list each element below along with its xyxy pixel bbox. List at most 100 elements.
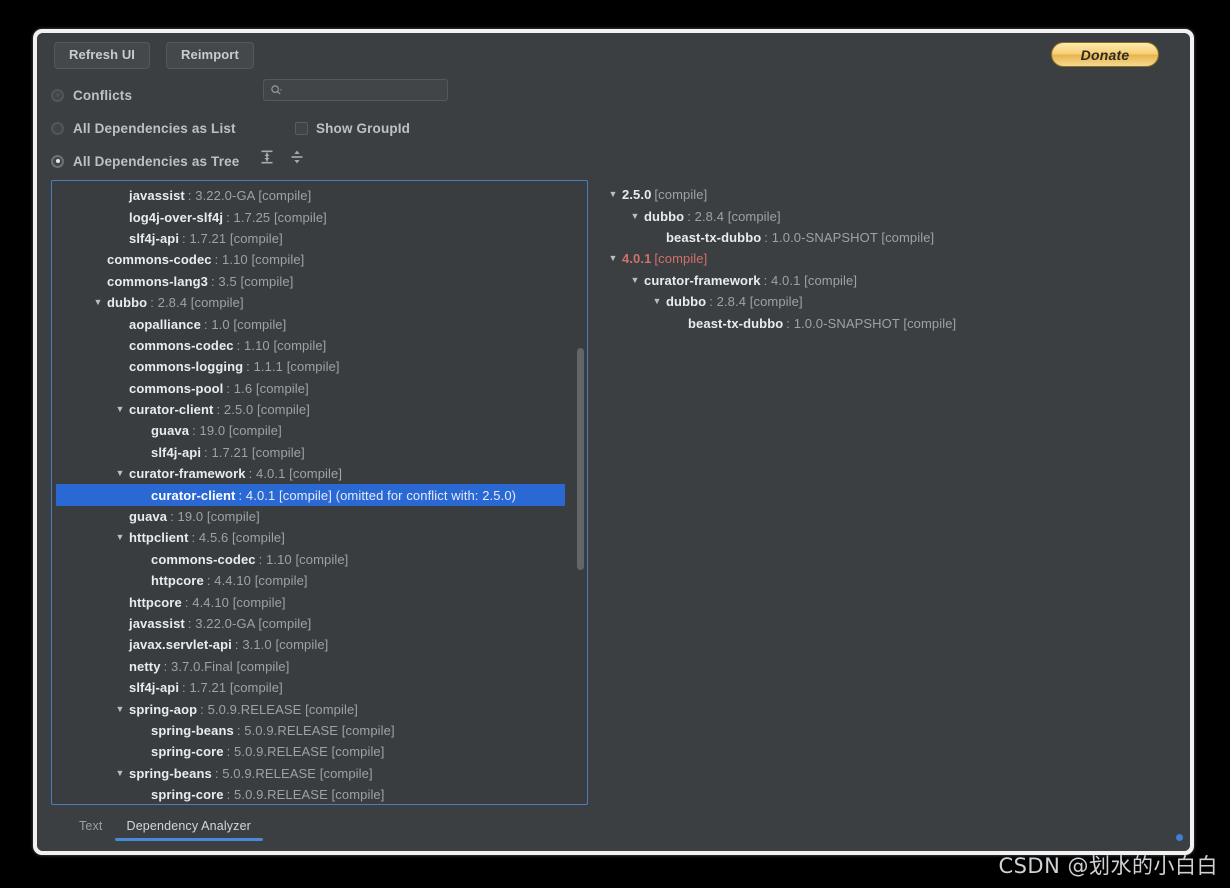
panel-divider[interactable] [588,180,595,805]
tree-node[interactable]: ▼netty: 3.7.0.Final [compile] [56,656,587,677]
tree-node[interactable]: ▼beast-tx-dubbo: 1.0.0-SNAPSHOT [compile… [599,312,1176,333]
tree-node[interactable]: ▼aopalliance: 1.0 [compile] [56,313,587,334]
dependency-tree-panel[interactable]: ▼javassist: 3.22.0-GA [compile]▼log4j-ov… [51,180,588,805]
refresh-ui-button[interactable]: Refresh UI [54,42,151,69]
tree-node[interactable]: ▼commons-pool: 1.6 [compile] [56,378,587,399]
tree-node[interactable]: ▼beast-tx-dubbo: 1.0.0-SNAPSHOT [compile… [599,227,1176,248]
artifact-name: slf4j-api [129,230,180,246]
tree-indent-spacer: ▼ [134,491,150,500]
vertical-scrollbar[interactable] [577,348,584,570]
tree-node[interactable]: ▼ curator-framework: 4.0.1 [compile] [599,270,1176,291]
tree-node[interactable]: ▼log4j-over-slf4j: 1.7.25 [compile] [56,206,587,227]
artifact-version-scope: : 2.5.0 [compile] [216,402,310,418]
tree-node[interactable]: ▼ dubbo: 2.8.4 [compile] [56,292,587,313]
expand-triangle-icon[interactable]: ▼ [112,768,128,778]
conflict-detail-panel[interactable]: ▼2.5.0[compile]▼dubbo: 2.8.4 [compile]▼b… [595,180,1176,805]
search-input[interactable] [286,83,436,97]
tree-indent-spacer: ▼ [112,362,128,371]
checkbox-label-show-groupid: Show GroupId [316,120,411,136]
window-frame: Refresh UI Reimport Donate Conflicts All… [33,29,1194,855]
tree-node[interactable]: ▼commons-logging: 1.1.1 [compile] [56,356,587,377]
tree-node[interactable]: ▼ 2.5.0 [compile] [599,184,1176,205]
artifact-name: httpcore [129,594,182,610]
tree-node[interactable]: ▼guava: 19.0 [compile] [56,506,587,527]
tree-node[interactable]: ▼javassist: 3.22.0-GA [compile] [56,613,587,634]
reimport-button[interactable]: Reimport [166,42,254,69]
expand-triangle-icon[interactable]: ▼ [627,275,643,285]
artifact-name: commons-logging [129,359,244,375]
tree-node[interactable]: ▼slf4j-api: 1.7.21 [compile] [56,228,587,249]
artifact-version-scope: : 4.5.6 [compile] [191,530,285,546]
artifact-version-scope: : 19.0 [compile] [192,423,282,439]
tree-node[interactable]: ▼commons-codec: 1.10 [compile] [56,335,587,356]
tree-node[interactable]: ▼ dubbo: 2.8.4 [compile] [599,291,1176,312]
tab-dependency-analyzer[interactable]: Dependency Analyzer [114,817,264,841]
tree-node[interactable]: ▼ spring-aop: 5.0.9.RELEASE [compile] [56,698,587,719]
artifact-name: commons-codec [107,252,212,268]
artifact-version-scope: : 3.1.0 [compile] [234,637,329,653]
radio-all-dependencies-as-list[interactable]: All Dependencies as List [51,118,236,138]
tree-indent-spacer: ▼ [649,233,665,242]
status-dot [1176,834,1183,841]
radio-indicator-tree [51,154,64,168]
tree-node[interactable]: ▼ httpclient: 4.5.6 [compile] [56,527,587,548]
tree-node[interactable]: ▼commons-codec: 1.10 [compile] [56,249,587,270]
search-field[interactable] [263,79,448,101]
tree-node[interactable]: ▼slf4j-api: 1.7.21 [compile] [56,442,587,463]
tree-node[interactable]: ▼ dubbo: 2.8.4 [compile] [599,205,1176,226]
radio-conflicts[interactable]: Conflicts [51,85,132,105]
expand-triangle-icon[interactable]: ▼ [90,298,106,307]
checkbox-show-groupid[interactable]: Show GroupId [295,118,410,138]
tree-node[interactable]: ▼commons-lang3: 3.5 [compile] [56,271,587,292]
tree-node[interactable]: ▼spring-core: 5.0.9.RELEASE [compile] [56,741,587,762]
tree-node[interactable]: ▼curator-client: 4.0.1 [compile] (omitte… [56,484,565,506]
donate-button[interactable]: Donate [1051,42,1159,67]
tree-node[interactable]: ▼spring-core: 5.0.9.RELEASE [compile] [56,784,587,804]
artifact-version-scope: : 4.4.10 [compile] [206,573,308,589]
tab-text[interactable]: Text [67,817,115,841]
tree-indent-spacer: ▼ [134,448,150,457]
expand-all-icon[interactable] [259,149,275,165]
tree-node[interactable]: ▼spring-beans: 5.0.9.RELEASE [compile] [56,720,587,741]
expand-triangle-icon[interactable]: ▼ [627,211,643,221]
tree-node[interactable]: ▼slf4j-api: 1.7.21 [compile] [56,677,587,698]
collapse-all-icon[interactable] [289,149,305,165]
expand-triangle-icon[interactable]: ▼ [112,704,128,714]
expand-triangle-icon[interactable]: ▼ [112,405,128,414]
artifact-name: netty [129,658,161,674]
tree-node[interactable]: ▼httpcore: 4.4.10 [compile] [56,570,587,591]
tree-node[interactable]: ▼commons-codec: 1.10 [compile] [56,549,587,570]
expand-triangle-icon[interactable]: ▼ [605,254,621,263]
artifact-name: curator-framework [644,272,761,288]
tree-node[interactable]: ▼guava: 19.0 [compile] [56,420,587,441]
tree-indent-spacer: ▼ [112,341,128,350]
expand-triangle-icon[interactable]: ▼ [112,469,128,478]
artifact-version-scope: : 5.0.9.RELEASE [compile] [226,787,385,803]
tree-node[interactable]: ▼javassist: 3.22.0-GA [compile] [56,185,587,206]
tree-node[interactable]: ▼ curator-framework: 4.0.1 [compile] [56,463,587,484]
tree-node[interactable]: ▼httpcore: 4.4.10 [compile] [56,591,587,612]
radio-label-all-dependencies-as-list: All Dependencies as List [73,120,236,136]
dependency-tree[interactable]: ▼javassist: 3.22.0-GA [compile]▼log4j-ov… [52,185,587,804]
radio-label-conflicts: Conflicts [73,87,133,103]
artifact-name: dubbo [107,295,148,311]
artifact-version-scope: : 1.10 [compile] [258,551,349,567]
bottom-tab-bar: Text Dependency Analyzer [37,807,1190,851]
artifact-version-scope: : 1.7.21 [compile] [182,230,283,246]
artifact-version-scope: : 4.4.10 [compile] [184,594,286,610]
expand-triangle-icon[interactable]: ▼ [112,533,128,542]
tree-indent-spacer: ▼ [112,320,128,329]
dependency-panels: ▼javassist: 3.22.0-GA [compile]▼log4j-ov… [51,180,1176,805]
tree-indent-spacer: ▼ [112,512,128,521]
artifact-name: aopalliance [129,316,201,332]
conflict-tree[interactable]: ▼2.5.0[compile]▼dubbo: 2.8.4 [compile]▼b… [595,184,1176,805]
artifact-name: spring-core [151,744,224,760]
radio-all-dependencies-as-tree[interactable]: All Dependencies as Tree [51,151,239,171]
expand-triangle-icon[interactable]: ▼ [649,297,665,306]
tree-node[interactable]: ▼ 4.0.1 [compile] [599,248,1176,269]
tree-indent-spacer: ▼ [90,255,106,264]
tree-node[interactable]: ▼ curator-client: 2.5.0 [compile] [56,399,587,420]
expand-triangle-icon[interactable]: ▼ [605,190,621,199]
tree-node[interactable]: ▼javax.servlet-api: 3.1.0 [compile] [56,634,587,655]
tree-node[interactable]: ▼spring-beans: 5.0.9.RELEASE [compile] [56,763,587,784]
